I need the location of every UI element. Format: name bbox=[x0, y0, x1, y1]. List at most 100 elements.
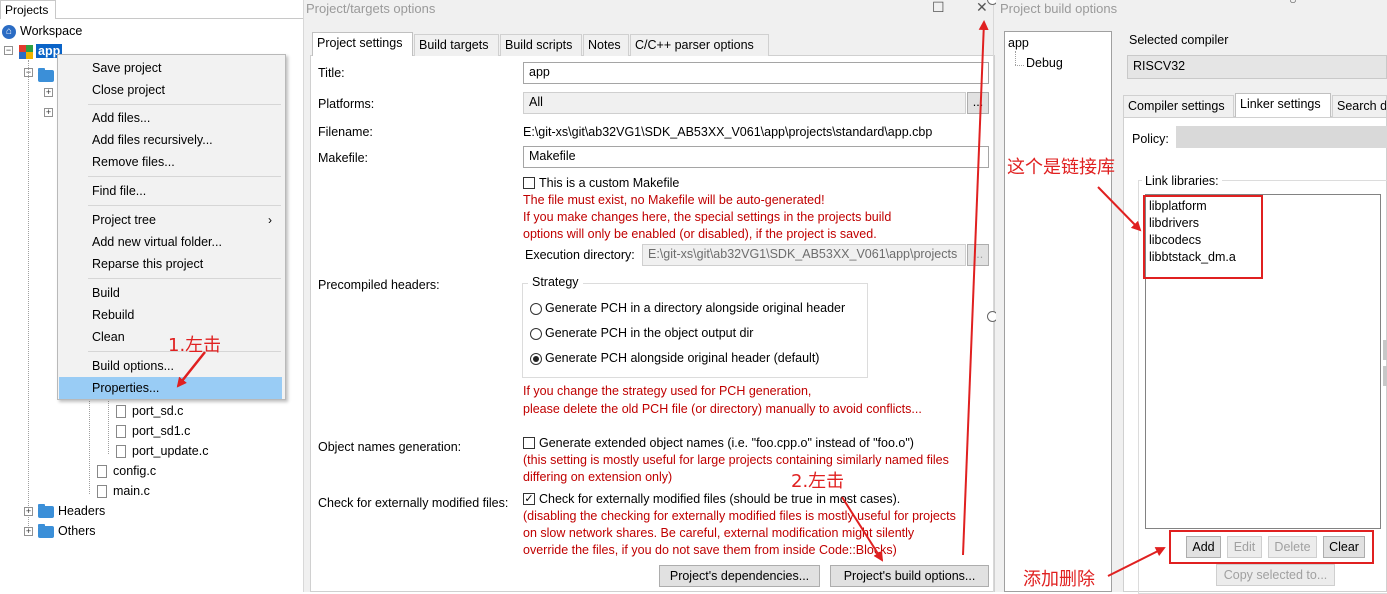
project-build-options-button[interactable]: Project's build options... bbox=[830, 565, 989, 587]
menu-save-project[interactable]: Save project bbox=[59, 57, 282, 79]
chevron-right-icon: › bbox=[268, 213, 272, 227]
tab-cpp-parser-options[interactable]: C/C++ parser options bbox=[630, 34, 769, 56]
menu-remove-files[interactable]: Remove files... bbox=[59, 151, 282, 173]
external-modified-label: Check for externally modified files (sho… bbox=[539, 492, 901, 506]
scrollbar[interactable] bbox=[1383, 366, 1387, 386]
pch-note-line: If you change the strategy used for PCH … bbox=[523, 384, 812, 398]
step1-annotation: 1.左击 bbox=[168, 335, 222, 356]
tree-file-port-sd1[interactable]: port_sd1.c bbox=[116, 422, 190, 440]
menu-add-virtual-folder[interactable]: Add new virtual folder... bbox=[59, 231, 282, 253]
menu-find-file[interactable]: Find file... bbox=[59, 180, 282, 202]
dialog-title: Project build options bbox=[1000, 1, 1118, 16]
obj-names-note-line: (this setting is mostly useful for large… bbox=[523, 453, 949, 467]
maximize-icon[interactable]: ☐ bbox=[932, 0, 945, 16]
tree-file-port-update[interactable]: port_update.c bbox=[116, 442, 208, 460]
menu-rebuild[interactable]: Rebuild bbox=[59, 304, 282, 326]
build-target-tree bbox=[1004, 31, 1112, 592]
menu-add-files-recursively[interactable]: Add files recursively... bbox=[59, 129, 282, 151]
minimize-icon[interactable]: ○ bbox=[1289, 0, 1297, 7]
tab-build-scripts[interactable]: Build scripts bbox=[500, 34, 582, 56]
tab-notes[interactable]: Notes bbox=[583, 34, 629, 56]
expand-icon[interactable]: + bbox=[44, 88, 53, 97]
makefile-input[interactable]: Makefile bbox=[523, 146, 989, 168]
tree-guide bbox=[1015, 51, 1016, 65]
pch-option-radio[interactable] bbox=[530, 328, 542, 340]
menu-separator bbox=[88, 278, 281, 279]
menu-separator bbox=[88, 205, 281, 206]
menu-project-tree[interactable]: Project tree › bbox=[59, 209, 282, 231]
buttons-highlight-box bbox=[1169, 530, 1374, 564]
pch-label: Precompiled headers: bbox=[318, 278, 440, 292]
copy-selected-button[interactable]: Copy selected to... bbox=[1216, 564, 1335, 586]
close-icon[interactable]: ✕ bbox=[976, 0, 988, 16]
pch-option-radio[interactable] bbox=[530, 303, 542, 315]
custom-makefile-label: This is a custom Makefile bbox=[539, 176, 680, 190]
link-libraries-label: Link libraries: bbox=[1142, 174, 1222, 188]
link-libraries-annotation: 这个是链接库 bbox=[1007, 157, 1115, 178]
title-input[interactable]: app bbox=[523, 62, 989, 84]
file-icon bbox=[116, 445, 126, 459]
scrollbar[interactable] bbox=[1383, 340, 1387, 360]
title-label: Title: bbox=[318, 66, 345, 80]
target-app[interactable]: app bbox=[1008, 36, 1029, 50]
ext-mod-label: Check for externally modified files: bbox=[318, 496, 509, 510]
makefile-warning-line: If you make changes here, the special se… bbox=[523, 210, 892, 224]
menu-separator bbox=[88, 104, 281, 105]
filename-label: Filename: bbox=[318, 125, 373, 139]
collapse-icon[interactable]: − bbox=[4, 46, 13, 55]
tab-compiler-settings[interactable]: Compiler settings bbox=[1123, 95, 1234, 117]
expand-icon[interactable]: + bbox=[24, 507, 33, 516]
tree-item-workspace[interactable]: ⌂ Workspace bbox=[2, 22, 82, 40]
menu-build-options[interactable]: Build options... bbox=[59, 355, 282, 377]
external-modified-checkbox[interactable]: ✓ bbox=[523, 493, 535, 505]
file-icon bbox=[97, 465, 107, 479]
pch-note-line: please delete the old PCH file (or direc… bbox=[523, 402, 922, 416]
tree-file-port-sd[interactable]: port_sd.c bbox=[116, 402, 183, 420]
expand-icon[interactable]: + bbox=[44, 108, 53, 117]
tree-file-main[interactable]: main.c bbox=[97, 482, 150, 500]
obj-names-note-line: differing on extension only) bbox=[523, 470, 673, 484]
pch-option-label: Generate PCH alongside original header (… bbox=[545, 351, 820, 365]
strategy-label: Strategy bbox=[528, 275, 583, 289]
platforms-field[interactable]: All bbox=[523, 92, 966, 114]
menu-reparse-project[interactable]: Reparse this project bbox=[59, 253, 282, 275]
tree-guide bbox=[108, 398, 109, 454]
exec-dir-field[interactable]: E:\git-xs\git\ab32VG1\SDK_AB53XX_V061\ap… bbox=[642, 244, 966, 266]
makefile-warning-line: options will only be enabled (or disable… bbox=[523, 227, 877, 241]
step2-annotation: 2.左击 bbox=[791, 471, 845, 492]
menu-properties[interactable]: Properties... bbox=[59, 377, 282, 399]
file-icon bbox=[116, 405, 126, 419]
policy-select[interactable] bbox=[1176, 126, 1387, 148]
ext-mod-note-line: on slow network shares. Be careful, exte… bbox=[523, 526, 915, 540]
tab-linker-settings[interactable]: Linker settings bbox=[1235, 93, 1331, 117]
ext-mod-note-line: override the files, if you do not save t… bbox=[523, 543, 897, 557]
platforms-browse-button[interactable]: ... bbox=[967, 92, 989, 114]
tab-projects[interactable]: Projects bbox=[0, 0, 56, 19]
custom-makefile-checkbox[interactable] bbox=[523, 177, 535, 189]
tab-build-targets[interactable]: Build targets bbox=[414, 34, 499, 56]
target-debug[interactable]: Debug bbox=[1026, 56, 1063, 70]
compiler-select[interactable]: RISCV32 bbox=[1127, 55, 1387, 79]
expand-icon[interactable]: + bbox=[24, 527, 33, 536]
menu-build[interactable]: Build bbox=[59, 282, 282, 304]
pch-option-radio-selected[interactable] bbox=[530, 353, 542, 365]
tab-project-settings[interactable]: Project settings bbox=[312, 32, 413, 56]
splitter[interactable] bbox=[993, 0, 994, 592]
makefile-label: Makefile: bbox=[318, 151, 369, 165]
tab-search-directories[interactable]: Search d bbox=[1332, 95, 1387, 117]
menu-close-project[interactable]: Close project bbox=[59, 79, 282, 101]
menu-add-files[interactable]: Add files... bbox=[59, 107, 282, 129]
libraries-highlight-box bbox=[1143, 195, 1263, 279]
policy-label: Policy: bbox=[1132, 132, 1169, 146]
tree-folder-headers[interactable]: Headers bbox=[38, 502, 105, 520]
tree-file-config[interactable]: config.c bbox=[97, 462, 156, 480]
extended-object-names-label: Generate extended object names (i.e. "fo… bbox=[539, 436, 914, 450]
exec-dir-browse-button[interactable]: ... bbox=[967, 244, 989, 266]
project-dependencies-button[interactable]: Project's dependencies... bbox=[659, 565, 820, 587]
dialog-title: Project/targets options bbox=[306, 1, 436, 16]
folder-icon bbox=[38, 503, 54, 518]
extended-object-names-checkbox[interactable] bbox=[523, 437, 535, 449]
tree-item-project-app[interactable]: app bbox=[19, 42, 63, 60]
makefile-warning-line: The file must exist, no Makefile will be… bbox=[523, 193, 825, 207]
tree-folder-others[interactable]: Others bbox=[38, 522, 96, 540]
